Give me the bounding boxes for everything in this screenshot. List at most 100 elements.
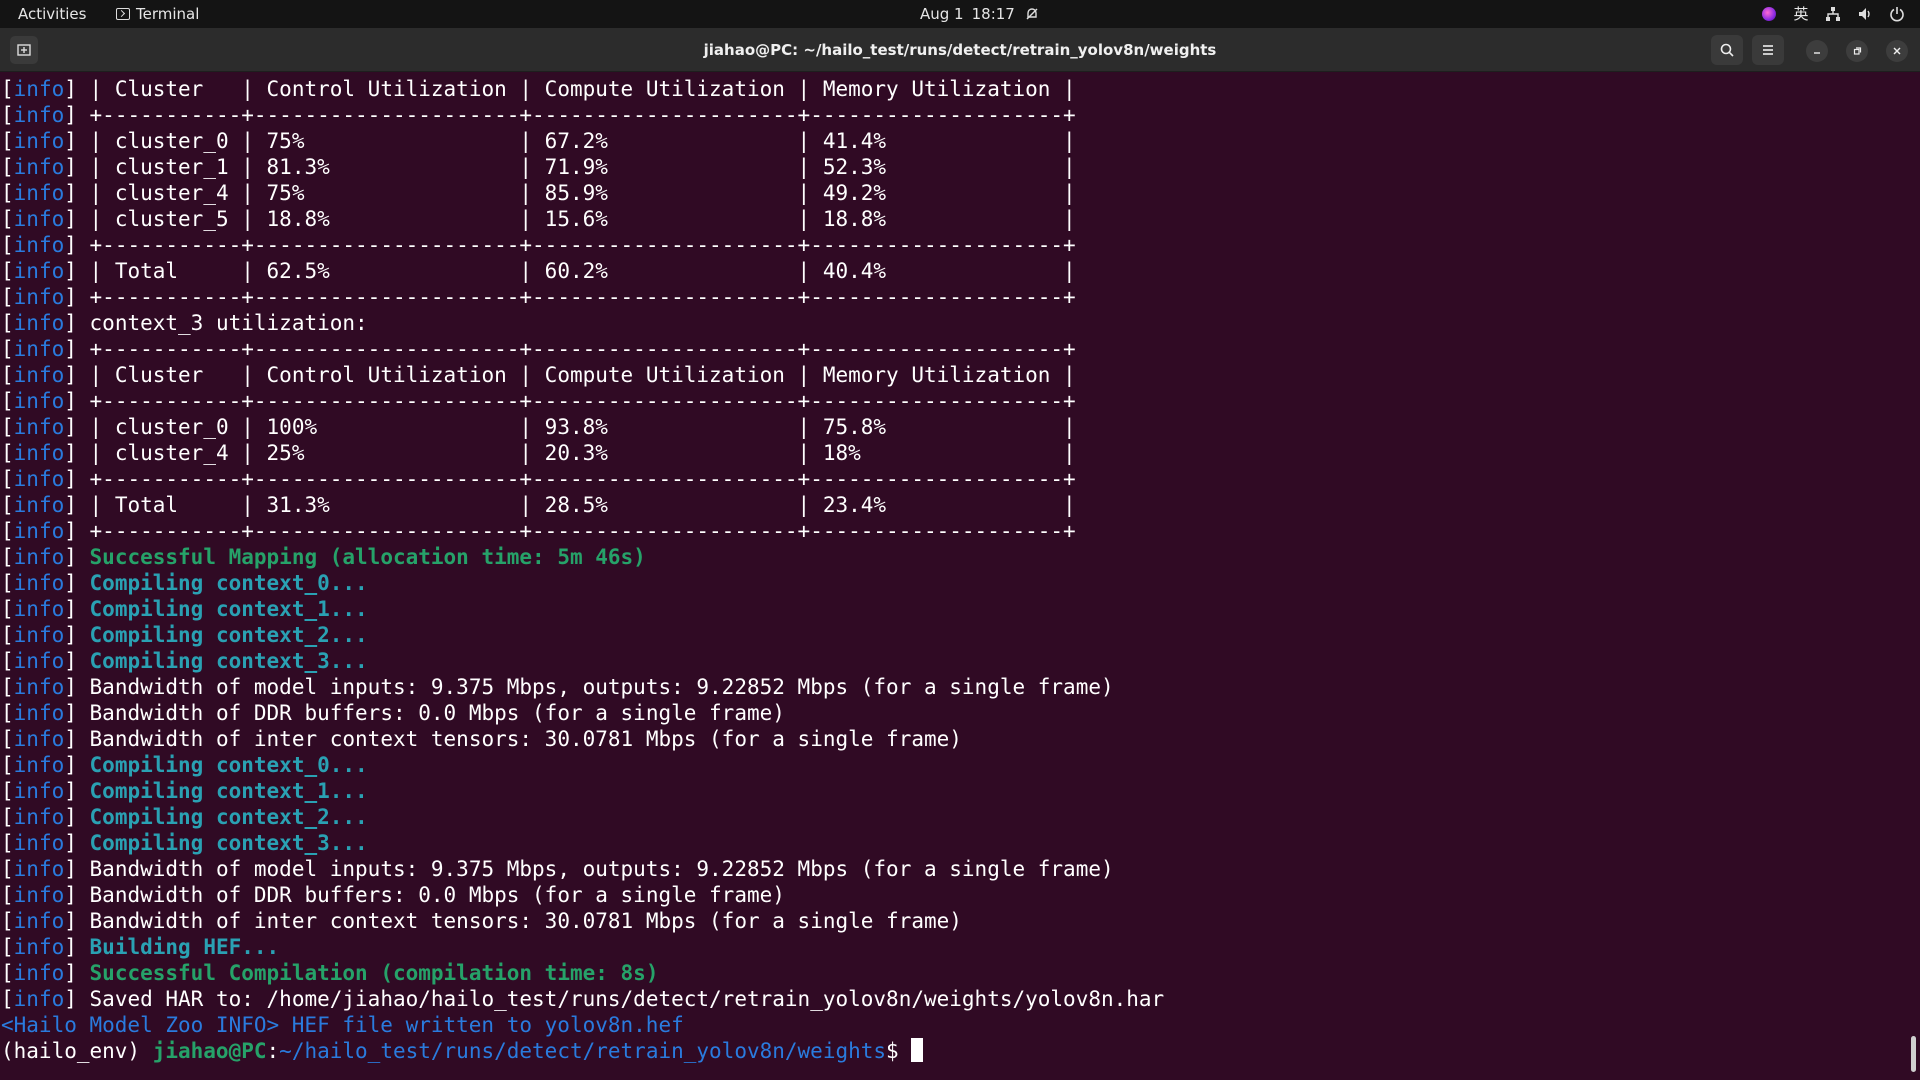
terminal-line: [info] Bandwidth of inter context tensor…	[0, 908, 1906, 934]
bracket: [	[1, 519, 14, 543]
bracket: ]	[64, 545, 77, 569]
power-icon[interactable]	[1888, 0, 1906, 28]
info-tag: info	[13, 987, 65, 1011]
line-text: Bandwidth of DDR buffers: 0.0 Mbps (for …	[76, 883, 785, 907]
info-tag: info	[13, 259, 65, 283]
info-tag: info	[13, 727, 65, 751]
line-text: Bandwidth of model inputs: 9.375 Mbps, o…	[76, 857, 1114, 881]
terminal-line: [info] | cluster_4 | 25% | 20.3% | 18% |	[0, 440, 1906, 466]
bracket: ]	[64, 649, 77, 673]
line-text: +-----------+---------------------+-----…	[76, 519, 1076, 543]
terminal-scrollbar[interactable]	[1911, 1036, 1916, 1072]
prompt-env: (hailo_env)	[1, 1039, 153, 1063]
maximize-button[interactable]	[1846, 40, 1868, 62]
bracket: ]	[64, 987, 77, 1011]
bracket: ]	[64, 207, 77, 231]
text-cursor	[911, 1038, 924, 1062]
shell-prompt[interactable]: (hailo_env) jiahao@PC:~/hailo_test/runs/…	[0, 1038, 1906, 1064]
bracket: [	[1, 181, 14, 205]
clock[interactable]: Aug 1 18:17	[920, 0, 1041, 28]
bracket: ]	[64, 727, 77, 751]
bracket: ]	[64, 831, 77, 855]
bracket: [	[1, 441, 14, 465]
terminal-line: [info] Successful Compilation (compilati…	[0, 960, 1906, 986]
info-tag: info	[13, 571, 65, 595]
minimize-icon	[1814, 52, 1820, 54]
search-icon	[1720, 43, 1734, 57]
line-text: Compiling context_3...	[76, 649, 368, 673]
bracket: ]	[64, 857, 77, 881]
terminal-output[interactable]: [info] | Cluster | Control Utilization |…	[0, 72, 1906, 1080]
terminal-headerbar: jiahao@PC: ~/hailo_test/runs/detect/retr…	[0, 28, 1920, 72]
terminal-line: [info] Bandwidth of DDR buffers: 0.0 Mbp…	[0, 700, 1906, 726]
info-tag: info	[13, 129, 65, 153]
terminal-line: [info] | cluster_0 | 75% | 67.2% | 41.4%…	[0, 128, 1906, 154]
bracket: ]	[64, 623, 77, 647]
search-button[interactable]	[1711, 35, 1743, 65]
info-tag: info	[13, 623, 65, 647]
terminal-line: [info] +-----------+--------------------…	[0, 284, 1906, 310]
bracket: [	[1, 623, 14, 647]
close-button[interactable]	[1886, 40, 1908, 62]
terminal-line: [info] | cluster_5 | 18.8% | 15.6% | 18.…	[0, 206, 1906, 232]
bracket: ]	[64, 155, 77, 179]
terminal-line: [info] | cluster_4 | 75% | 85.9% | 49.2%…	[0, 180, 1906, 206]
terminal-line: [info] | cluster_0 | 100% | 93.8% | 75.8…	[0, 414, 1906, 440]
bracket: ]	[64, 883, 77, 907]
info-tag: info	[13, 363, 65, 387]
terminal-line: [info] +-----------+--------------------…	[0, 336, 1906, 362]
terminal-line: [info] Compiling context_2...	[0, 622, 1906, 648]
bracket: ]	[64, 571, 77, 595]
bracket: [	[1, 337, 14, 361]
line-text: Compiling context_1...	[76, 597, 368, 621]
app-menu-terminal[interactable]: Terminal	[116, 0, 199, 28]
terminal-line: [info] | Cluster | Control Utilization |…	[0, 362, 1906, 388]
info-tag: info	[13, 831, 65, 855]
bracket: [	[1, 753, 14, 777]
prompt-separator: :	[266, 1039, 280, 1063]
line-text: Compiling context_2...	[76, 623, 368, 647]
terminal-line: [info] Compiling context_0...	[0, 570, 1906, 596]
line-text: | Cluster | Control Utilization | Comput…	[76, 363, 1076, 387]
hamburger-menu-button[interactable]	[1752, 35, 1784, 65]
info-tag: info	[13, 77, 65, 101]
bracket: [	[1, 961, 14, 985]
bracket: ]	[64, 415, 77, 439]
info-tag: info	[13, 181, 65, 205]
bracket: [	[1, 363, 14, 387]
bracket: ]	[64, 233, 77, 257]
bracket: [	[1, 571, 14, 595]
bracket: [	[1, 779, 14, 803]
bracket: [	[1, 285, 14, 309]
system-tray[interactable]: 英	[1760, 0, 1906, 28]
line-text: +-----------+---------------------+-----…	[76, 233, 1076, 257]
bracket: ]	[64, 961, 77, 985]
line-text: Bandwidth of inter context tensors: 30.0…	[76, 727, 962, 751]
bracket: [	[1, 129, 14, 153]
line-text: +-----------+---------------------+-----…	[76, 389, 1076, 413]
activities-button[interactable]: Activities	[18, 0, 86, 28]
volume-icon[interactable]	[1856, 0, 1874, 28]
line-text: Compiling context_3...	[76, 831, 368, 855]
minimize-button[interactable]	[1806, 40, 1828, 62]
input-method-indicator[interactable]: 英	[1792, 0, 1810, 28]
close-icon	[1893, 47, 1901, 55]
app-indicator-icon[interactable]	[1760, 0, 1778, 28]
model-zoo-info-line: <Hailo Model Zoo INFO> HEF file written …	[1, 1013, 684, 1037]
terminal-line: [info] Successful Mapping (allocation ti…	[0, 544, 1906, 570]
bracket: ]	[64, 311, 77, 335]
line-text: | cluster_1 | 81.3% | 71.9% | 52.3% |	[76, 155, 1076, 179]
line-text: | cluster_4 | 75% | 85.9% | 49.2% |	[76, 181, 1076, 205]
bracket: ]	[64, 467, 77, 491]
terminal-line: [info] | Cluster | Control Utilization |…	[0, 76, 1906, 102]
bracket: ]	[64, 389, 77, 413]
line-text: +-----------+---------------------+-----…	[76, 467, 1076, 491]
bracket: [	[1, 675, 14, 699]
network-icon[interactable]	[1824, 0, 1842, 28]
line-text: +-----------+---------------------+-----…	[76, 103, 1076, 127]
terminal-line: [info] context_3 utilization:	[0, 310, 1906, 336]
bracket: ]	[64, 935, 77, 959]
bracket: [	[1, 597, 14, 621]
bracket: [	[1, 935, 14, 959]
bracket: [	[1, 233, 14, 257]
